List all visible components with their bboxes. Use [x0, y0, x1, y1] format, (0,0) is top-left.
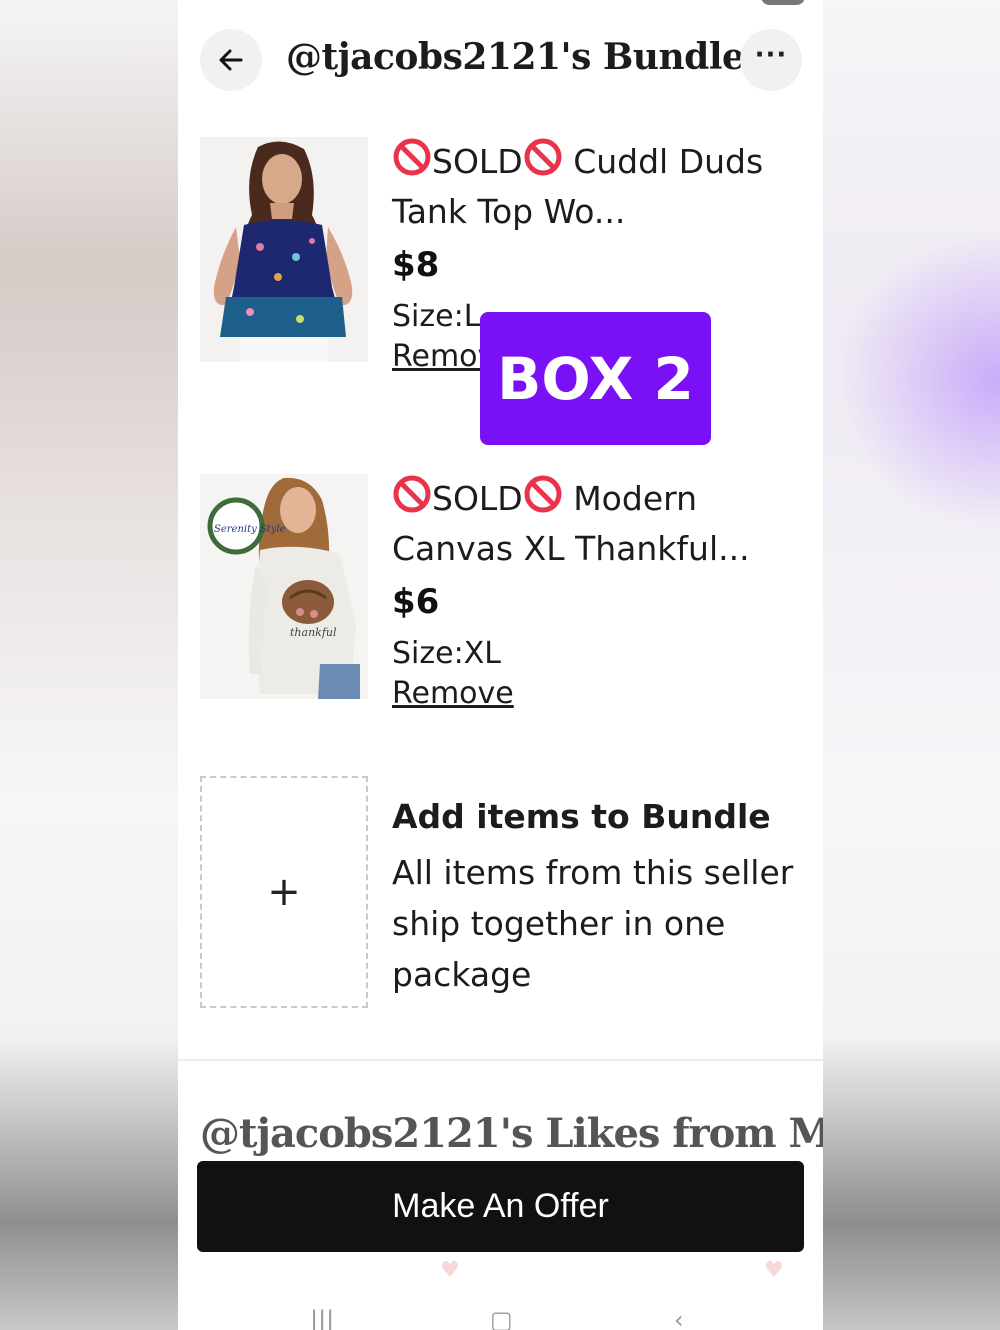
back-nav-icon[interactable]: ‹ [674, 1306, 684, 1330]
heart-icon: ♥ [764, 1258, 784, 1283]
product-image[interactable] [200, 137, 368, 362]
prohibited-icon [393, 138, 431, 176]
remove-link[interactable]: Remove [392, 674, 514, 714]
back-button[interactable] [200, 29, 262, 91]
size-value: XL [463, 636, 501, 671]
box-label-overlay: BOX 2 [480, 312, 711, 445]
likes-row-peek: ♥ ♥ [178, 1252, 823, 1292]
system-nav-bar: ||| ▢ ‹ [178, 1300, 823, 1330]
likes-section-title: @tjacobs2121's Likes from My [200, 1110, 823, 1157]
background-right [823, 0, 1000, 1330]
size-label: Size: [392, 636, 464, 671]
add-items-title: Add items to Bundle [392, 797, 771, 836]
arrow-left-icon [219, 49, 243, 71]
divider [178, 1059, 823, 1061]
page-title: @tjacobs2121's Bundle [286, 36, 745, 78]
item-size: Size:XL [392, 634, 802, 674]
battery-icon [761, 0, 805, 5]
item-price: $6 [392, 582, 440, 622]
item-title[interactable]: SOLD Modern Canvas XL Thankful... [392, 474, 802, 574]
size-label: Size: [392, 299, 464, 334]
home-icon[interactable]: ▢ [490, 1306, 513, 1330]
thankful-shirt-photo: thankful Serenity Style [200, 474, 368, 699]
sold-label: SOLD [432, 142, 523, 181]
item-title[interactable]: SOLD Cuddl Duds Tank Top Wo... [392, 137, 802, 237]
prohibited-icon [393, 475, 431, 513]
more-button[interactable]: ··· [740, 29, 802, 91]
svg-text:Serenity Style: Serenity Style [214, 524, 286, 535]
header: @tjacobs2121's Bundle ··· [178, 28, 823, 92]
prohibited-icon [524, 475, 562, 513]
status-bar [178, 0, 823, 8]
add-items-info: Add items to Bundle All items from this … [392, 795, 802, 1000]
phone-screen: @tjacobs2121's Bundle ··· SOLD Cuddl Dud… [178, 0, 823, 1330]
make-offer-button[interactable]: Make An Offer [197, 1161, 804, 1252]
svg-text:thankful: thankful [290, 626, 337, 639]
item-price: $8 [392, 245, 440, 285]
tank-top-photo [200, 137, 368, 362]
more-horizontal-icon: ··· [754, 40, 788, 70]
recent-apps-icon[interactable]: ||| [310, 1306, 334, 1330]
plus-icon: + [267, 869, 301, 915]
product-image[interactable]: thankful Serenity Style [200, 474, 368, 699]
sold-label: SOLD [432, 479, 523, 518]
heart-icon: ♥ [440, 1258, 460, 1283]
size-value: L [463, 299, 481, 334]
background-left [0, 0, 178, 1330]
add-items-description: All items from this seller ship together… [392, 853, 794, 994]
item-info: SOLD Modern Canvas XL Thankful... $6 Siz… [392, 474, 802, 714]
add-items-button[interactable]: + [200, 776, 368, 1008]
prohibited-icon [524, 138, 562, 176]
